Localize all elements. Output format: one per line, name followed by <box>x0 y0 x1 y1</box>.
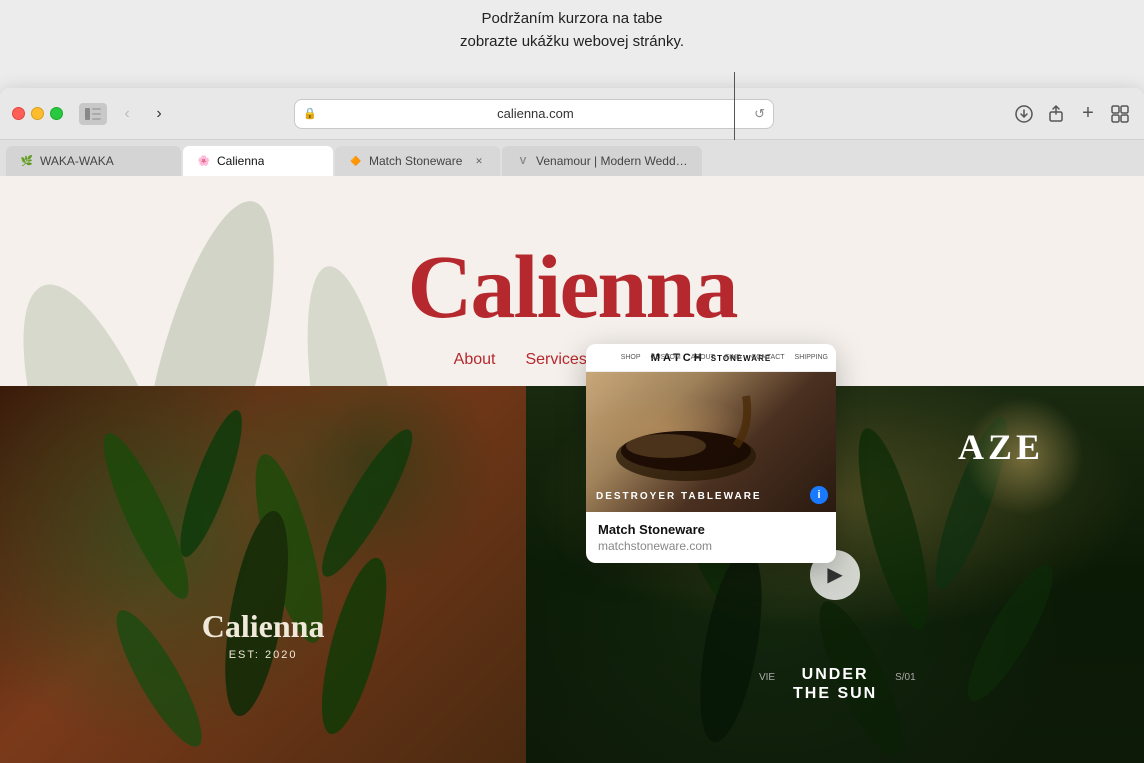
forward-button[interactable]: › <box>147 102 171 126</box>
tab-close-match-stoneware[interactable]: ✕ <box>472 154 486 168</box>
tooltip-annotation: Podržaním kurzora na tabe zobrazte ukážk… <box>460 8 684 53</box>
left-image: Calienna EST: 2020 <box>0 386 526 763</box>
vie-label: VIE <box>759 672 775 683</box>
sidebar-toggle-button[interactable] <box>79 103 107 125</box>
preview-destroyer-text: DESTROYER TABLEWARE <box>596 491 762 502</box>
left-logo-text: Calienna <box>202 608 325 645</box>
tab-calienna[interactable]: 🌸 Calienna <box>183 146 333 176</box>
tab-favicon-calienna: 🌸 <box>197 154 211 168</box>
lock-icon: 🔒 <box>303 107 317 120</box>
tab-favicon-match-stoneware: 🔶 <box>349 154 363 168</box>
preview-site-nav: SHOP CUSTOM ABOUT FIND CONTACT SHIPPING <box>621 354 828 361</box>
tab-waka-waka[interactable]: 🌿 WAKA-WAKA <box>6 146 181 176</box>
s01-label: S/01 <box>895 672 916 683</box>
left-logo-sub: EST: 2020 <box>229 649 298 661</box>
address-text: calienna.com <box>323 106 748 121</box>
tooltip-pointer-line <box>734 72 735 140</box>
tab-overview-button[interactable] <box>1108 102 1132 126</box>
fullscreen-button[interactable] <box>50 107 63 120</box>
title-bar: ‹ › 🔒 calienna.com ↺ + <box>0 88 1144 140</box>
new-tab-button[interactable]: + <box>1076 102 1100 126</box>
tab-label-match-stoneware: Match Stoneware <box>369 154 466 168</box>
tab-preview-popup: MATCH STONEWARE SHOP CUSTOM ABOUT FIND C… <box>586 344 836 563</box>
refresh-icon[interactable]: ↺ <box>754 106 765 122</box>
browser-window: ‹ › 🔒 calienna.com ↺ + <box>0 88 1144 763</box>
close-button[interactable] <box>12 107 25 120</box>
page-content: Calienna About Services Under T… <box>0 176 1144 763</box>
tab-preview-url: matchstoneware.com <box>598 539 824 553</box>
calienna-logo-big: Calienna <box>407 236 736 339</box>
tab-venamour[interactable]: V Venamour | Modern Wedding Invitations <box>502 146 702 176</box>
preview-site-header: MATCH STONEWARE SHOP CUSTOM ABOUT FIND C… <box>586 344 836 372</box>
share-button[interactable] <box>1044 102 1068 126</box>
nav-services[interactable]: Services <box>525 351 586 369</box>
tab-preview-image: DESTROYER TABLEWARE i <box>586 372 836 512</box>
under-the-sun-text: UNDER THE SUN <box>793 665 877 703</box>
tabs-bar: 🌿 WAKA-WAKA 🌸 Calienna 🔶 Match Stoneware… <box>0 140 1144 176</box>
traffic-lights <box>12 107 63 120</box>
left-image-logo: Calienna EST: 2020 <box>202 608 325 663</box>
tab-label-venamour: Venamour | Modern Wedding Invitations <box>536 154 688 168</box>
tab-label-waka-waka: WAKA-WAKA <box>40 154 114 168</box>
bottom-grid: Calienna EST: 2020 <box>0 386 1144 763</box>
tab-preview-info: Match Stoneware matchstoneware.com <box>586 512 836 563</box>
minimize-button[interactable] <box>31 107 44 120</box>
preview-info-button[interactable]: i <box>810 486 828 504</box>
back-button[interactable]: ‹ <box>115 102 139 126</box>
tab-preview-header: MATCH STONEWARE SHOP CUSTOM ABOUT FIND C… <box>586 344 836 512</box>
tab-favicon-venamour: V <box>516 154 530 168</box>
download-button[interactable] <box>1012 102 1036 126</box>
calienna-website: Calienna About Services Under T… <box>0 176 1144 763</box>
tooltip-line1: Podržaním kurzora na tabe <box>482 10 663 27</box>
toolbar-right: + <box>1012 102 1132 126</box>
tab-favicon-waka-waka: 🌿 <box>20 154 34 168</box>
tab-match-stoneware[interactable]: 🔶 Match Stoneware ✕ <box>335 146 500 176</box>
aze-text: AZE <box>958 426 1044 468</box>
tooltip-line2: zobrazte ukážku webovej stránky. <box>460 33 684 50</box>
nav-about[interactable]: About <box>454 351 496 369</box>
tab-preview-title: Match Stoneware <box>598 522 824 537</box>
address-bar[interactable]: 🔒 calienna.com ↺ <box>294 99 774 129</box>
tab-label-calienna: Calienna <box>217 154 264 168</box>
